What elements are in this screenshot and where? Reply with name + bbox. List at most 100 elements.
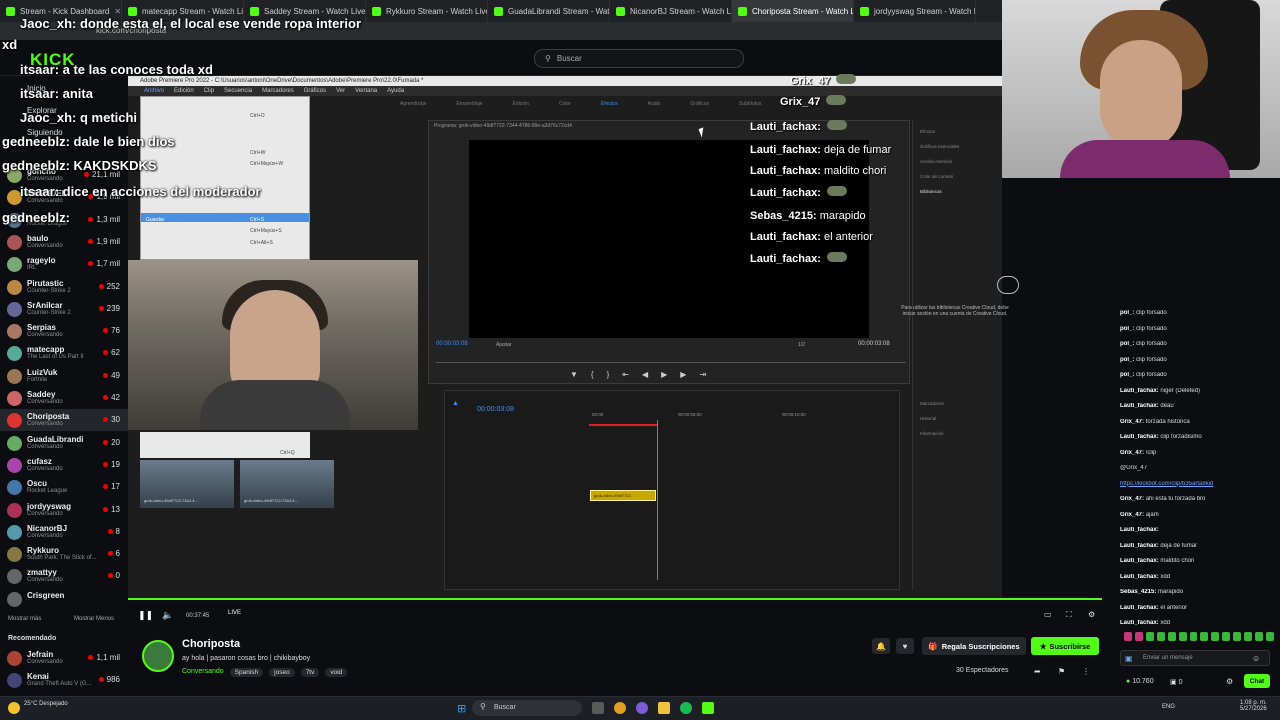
play-icon[interactable]: ▶ xyxy=(661,370,667,379)
chat-username[interactable]: Lauti_fachax: xyxy=(1120,403,1159,409)
gift-subs-button[interactable]: 🎁 Regala Suscripciones xyxy=(922,637,1026,655)
program-scrub-bar[interactable] xyxy=(436,362,906,363)
weather-widget[interactable]: 25°C Despejado xyxy=(24,701,68,707)
emote-icon[interactable] xyxy=(1211,632,1220,641)
tag-chip[interactable]: void xyxy=(325,668,348,677)
taskbar-clock[interactable]: 1:08 p. m. 5/27/2026 xyxy=(1240,700,1267,712)
sidebar-channel[interactable]: Pirutastic Counter-Strike 2 252 xyxy=(0,276,128,298)
share-icon[interactable]: ➦ xyxy=(1034,667,1041,676)
chat-username[interactable]: Lauti_fachax: xyxy=(1120,543,1159,549)
chat-message-input[interactable]: Enviar un mensaje xyxy=(1120,650,1270,666)
out-point-icon[interactable]: } xyxy=(607,370,610,379)
close-tab-icon[interactable]: ✕ xyxy=(114,7,121,16)
sidebar-channel[interactable]: rageylo IRL 1,7 mil xyxy=(0,253,128,275)
chat-username[interactable]: pol_: xyxy=(1120,372,1134,378)
show-more-link[interactable]: Mostrar más xyxy=(8,616,41,622)
workspace-tab[interactable]: Color xyxy=(559,101,571,107)
streamer-avatar[interactable] xyxy=(142,640,174,672)
chat-username[interactable]: Sebas_4215: xyxy=(1120,589,1156,595)
chat-username[interactable]: pol_: xyxy=(1120,326,1134,332)
streamer-name[interactable]: Choriposta xyxy=(182,638,240,650)
step-back-icon[interactable]: ◀ xyxy=(642,370,648,379)
kick-app-icon[interactable] xyxy=(702,702,714,714)
show-less-link[interactable]: Mostrar Menos xyxy=(74,616,114,622)
sidebar-channel[interactable]: LuizVuk Fortnite 49 xyxy=(0,365,128,387)
sidebar-channel[interactable]: Choriposta Conversando 30 xyxy=(0,409,128,432)
workspace-tab[interactable]: Gráficos xyxy=(690,101,709,107)
sidebar-channel[interactable]: zmattyy Conversando 0 xyxy=(0,565,128,587)
sidebar-channel[interactable]: matecapp The Last of Us Part II 62 xyxy=(0,342,128,364)
emote-icon[interactable] xyxy=(1189,632,1198,641)
chat-username[interactable]: Grix_47: xyxy=(1120,496,1144,502)
selection-tool-icon[interactable]: ▲ xyxy=(452,400,460,407)
browser-tab[interactable]: Rykkuro Stream - Watch Live✕ xyxy=(366,0,488,22)
chat-username[interactable]: Grix_47: xyxy=(1120,419,1144,425)
emote-icon[interactable] xyxy=(1167,632,1176,641)
chat-username[interactable]: pol_: xyxy=(1120,310,1134,316)
sidebar-channel[interactable]: Saddey Conversando 42 xyxy=(0,387,128,409)
emoji-icon[interactable]: ☺ xyxy=(1252,654,1260,663)
step-forward-icon[interactable]: ▶ xyxy=(680,370,686,379)
panel-tab[interactable]: Bibliotecas xyxy=(920,184,959,199)
file-menu-item[interactable]: Cerrar xyxy=(146,150,160,156)
premiere-menu-item[interactable]: Edición xyxy=(174,86,194,96)
premiere-menu-item[interactable]: Gráficos xyxy=(304,86,326,96)
workspace-tab[interactable]: Audio xyxy=(648,101,661,107)
file-menu-item[interactable]: Administrador de proyectos... xyxy=(146,436,211,442)
chrome-icon[interactable] xyxy=(614,702,626,714)
premiere-menu-item[interactable]: Secuencia xyxy=(224,86,252,96)
panel-tab[interactable]: Color de Lumetri xyxy=(920,169,959,184)
discord-icon[interactable] xyxy=(636,702,648,714)
taskbar-search[interactable]: Buscar xyxy=(472,700,582,716)
tag-chip[interactable]: Spanish xyxy=(229,668,264,677)
chat-text[interactable]: https://kickbot.com/clip/b35arta8kid xyxy=(1120,481,1213,487)
browser-tab[interactable]: Choriposta Stream - Watch Li✕ xyxy=(732,0,854,22)
sidebar-channel[interactable]: Serpias Conversando 76 xyxy=(0,320,128,342)
volume-icon[interactable]: 🔈 xyxy=(162,610,173,621)
chat-username[interactable]: pol_: xyxy=(1120,341,1134,347)
chat-username[interactable]: Lauti_fachax: xyxy=(1120,558,1159,564)
chat-username[interactable]: Lauti_fachax: xyxy=(1120,574,1159,580)
recommended-channel[interactable]: Jefrain Conversando 1,1 mil xyxy=(0,647,128,669)
emote-icon[interactable] xyxy=(1265,632,1274,641)
stream-category[interactable]: Conversando xyxy=(182,668,224,677)
file-menu-item[interactable]: Guardar xyxy=(146,217,164,223)
workspace-tab[interactable]: Edición xyxy=(513,101,529,107)
subscribe-button[interactable]: ★ Suscribirse xyxy=(1031,637,1099,655)
emote-icon[interactable] xyxy=(1134,632,1143,641)
premiere-menu-item[interactable]: Clip xyxy=(204,86,214,96)
chat-badge-icon[interactable]: ▣ xyxy=(1125,654,1133,663)
go-to-in-icon[interactable]: ⇤ xyxy=(622,370,629,379)
emote-icon[interactable] xyxy=(1145,632,1154,641)
search-input[interactable]: ⚲ Buscar xyxy=(534,49,744,68)
emote-icon[interactable] xyxy=(1200,632,1209,641)
workspace-tab[interactable]: Ensamblaje xyxy=(456,101,482,107)
notification-bell-button[interactable]: 🔔 xyxy=(872,638,890,654)
emote-icon[interactable] xyxy=(1178,632,1187,641)
chat-username[interactable]: Grix_47: xyxy=(1120,512,1144,518)
file-menu-item[interactable]: Abrir producción... xyxy=(146,124,187,130)
chat-settings-icon[interactable]: ⚙ xyxy=(1226,677,1233,686)
panel-tab[interactable]: Historial xyxy=(920,411,944,426)
more-options-icon[interactable]: ⋮ xyxy=(1082,667,1090,676)
sidebar-channel[interactable]: baulo Conversando 1,9 mil xyxy=(0,231,128,253)
chat-username[interactable]: Lauti_fachax: xyxy=(1120,620,1159,626)
sidebar-channel[interactable]: cufasz Conversando 19 xyxy=(0,454,128,476)
sidebar-channel[interactable]: jordyyswag Conversando 13 xyxy=(0,499,128,521)
task-view-icon[interactable] xyxy=(592,702,604,714)
in-point-icon[interactable]: { xyxy=(591,370,594,379)
marker-icon[interactable]: ▼ xyxy=(570,370,578,379)
panel-tab[interactable]: Efectos xyxy=(920,124,959,139)
file-explorer-icon[interactable] xyxy=(658,702,670,714)
panel-tab[interactable]: Información xyxy=(920,426,944,441)
chat-username[interactable]: Lauti_fachax: xyxy=(1120,388,1159,394)
chat-username[interactable]: Lauti_fachax: xyxy=(1120,605,1159,611)
panel-tab[interactable]: Marcadores xyxy=(920,396,944,411)
theater-mode-icon[interactable]: ▭ xyxy=(1044,610,1052,619)
language-indicator[interactable]: ENG xyxy=(1162,704,1175,710)
fit-dropdown[interactable]: Ajustar xyxy=(496,342,512,348)
windows-start-icon[interactable]: ⊞ xyxy=(457,702,466,715)
timeline-clip[interactable]: grok-video-49df7722 xyxy=(590,490,656,501)
sidebar-channel[interactable]: Crisgreen xyxy=(0,588,128,610)
settings-gear-icon[interactable]: ⚙ xyxy=(1088,610,1095,619)
